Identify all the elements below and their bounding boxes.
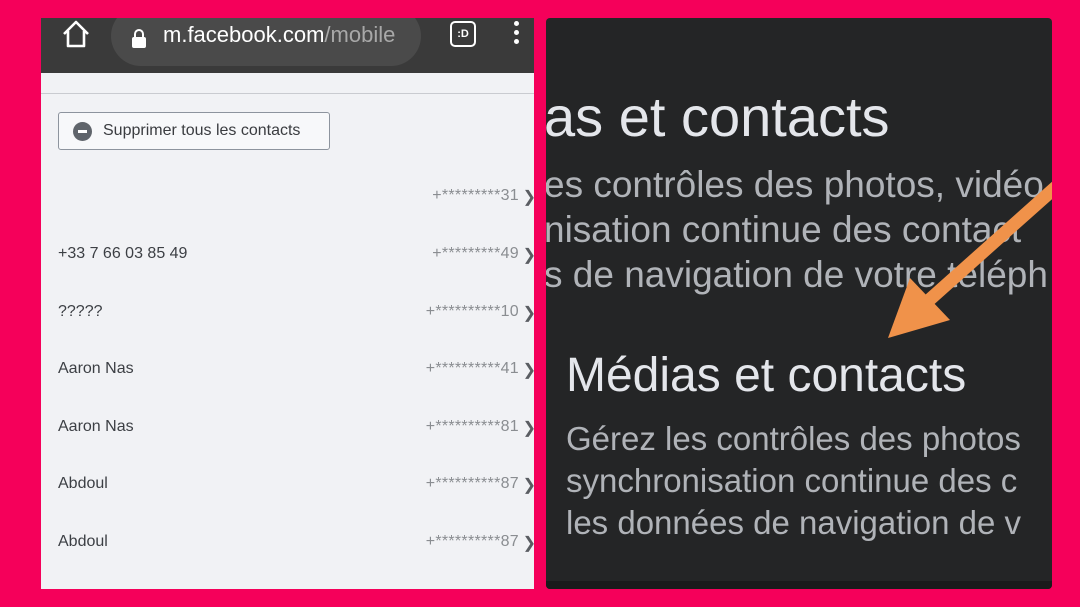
contact-number: +**********41 — [425, 360, 519, 377]
contact-row: Aaron Nas +**********41 ❯ — [41, 350, 534, 390]
contact-number: +**********81 — [425, 418, 519, 435]
contact-row: +*********31 ❯ — [41, 177, 534, 217]
contact-name: ????? — [58, 303, 103, 320]
remove-contact-icon[interactable]: ❯ — [523, 418, 534, 438]
url-path: /mobile — [324, 22, 396, 47]
remove-contact-icon[interactable]: ❯ — [523, 303, 534, 323]
browser-toolbar: m.facebook.com/mobile :D — [41, 18, 534, 73]
contact-name: Aaron Nas — [58, 418, 134, 435]
contact-row: ????? +**********10 ❯ — [41, 293, 534, 333]
contact-number: +**********10 — [425, 303, 519, 320]
zoomed-settings-panel: as et contacts es contrôles des photos, … — [546, 18, 1052, 589]
delete-all-label: Supprimer tous les contacts — [103, 122, 301, 139]
contact-number: +**********87 — [425, 533, 519, 550]
panel-bottom-strip — [546, 581, 1052, 589]
contact-number: +*********31 — [432, 187, 519, 204]
contact-row: Abdoul +**********87 ❯ — [41, 523, 534, 563]
contact-number: +*********49 — [432, 245, 519, 262]
contact-name: Abdoul — [58, 533, 108, 550]
home-icon[interactable] — [59, 18, 93, 52]
url-text: m.facebook.com/mobile — [163, 22, 395, 48]
lock-icon — [132, 29, 146, 48]
pointer-arrow-icon — [888, 181, 1052, 338]
contact-row: Aaron Nas +**********81 ❯ — [41, 408, 534, 448]
contact-row: Abdoul +**********87 ❯ — [41, 465, 534, 505]
remove-contact-icon[interactable]: ❯ — [523, 187, 534, 207]
remove-contact-icon[interactable]: ❯ — [523, 245, 534, 265]
contact-row: +33 7 66 03 85 49 +*********49 ❯ — [41, 235, 534, 275]
remove-contact-icon[interactable]: ❯ — [523, 360, 534, 380]
delete-all-contacts-button[interactable]: Supprimer tous les contacts — [58, 112, 330, 150]
address-bar[interactable]: m.facebook.com/mobile — [111, 18, 421, 66]
extension-icon[interactable]: :D — [450, 21, 476, 47]
contact-name: Abdoul — [58, 475, 108, 492]
contacts-browser-panel: m.facebook.com/mobile :D Supprimer tous … — [41, 18, 534, 589]
contact-name: Aaron Nas — [58, 360, 134, 377]
contact-name: +33 7 66 03 85 49 — [58, 245, 188, 262]
divider — [41, 93, 534, 94]
contact-number: +**********87 — [425, 475, 519, 492]
url-domain: m.facebook.com — [163, 22, 325, 47]
minus-circle-icon — [73, 122, 92, 141]
remove-contact-icon[interactable]: ❯ — [523, 533, 534, 553]
more-vert-icon[interactable] — [514, 21, 520, 47]
remove-contact-icon[interactable]: ❯ — [523, 475, 534, 495]
